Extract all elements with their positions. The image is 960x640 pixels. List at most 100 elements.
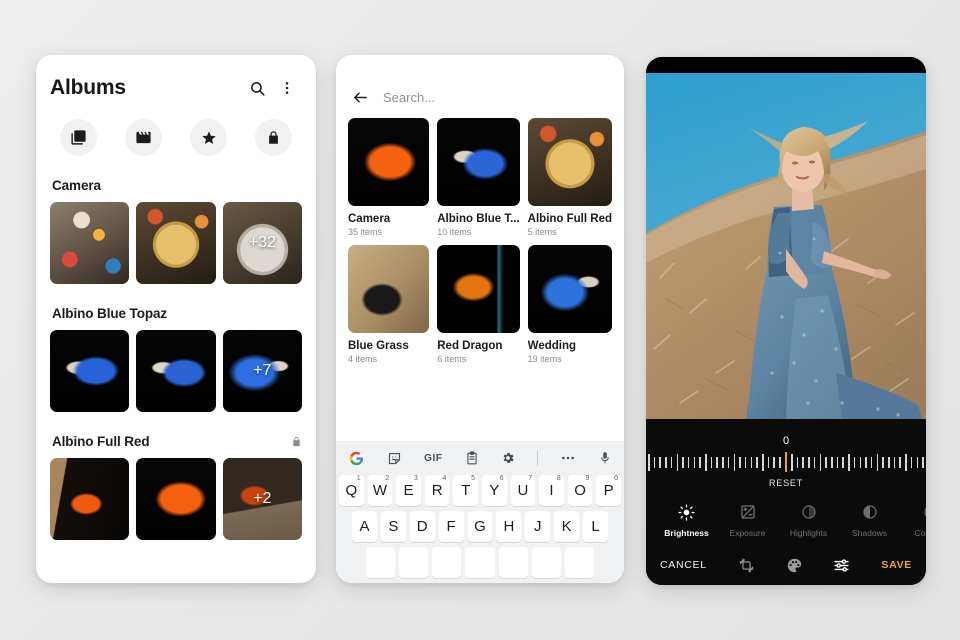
keyboard-key-label: J [534, 518, 542, 535]
album-card-thumbnail [437, 245, 520, 333]
keyboard-key[interactable]: F [438, 511, 464, 542]
album-thumbnail[interactable] [50, 202, 130, 284]
keyboard-key[interactable]: O9 [567, 475, 593, 506]
filter-highlights[interactable]: Highlights [778, 502, 839, 538]
keyboard-key[interactable]: H [496, 511, 522, 542]
keyboard-key[interactable]: J [525, 511, 551, 542]
keyboard-key[interactable] [564, 547, 594, 578]
overflow-dots-icon[interactable] [560, 450, 576, 466]
crop-rotate-icon[interactable] [738, 557, 755, 574]
settings-gear-icon[interactable] [501, 451, 515, 465]
album-card-thumbnail [437, 118, 520, 206]
keyboard-key[interactable]: W2 [367, 475, 393, 506]
slider-tick [888, 456, 890, 468]
filter-label: Highlights [789, 528, 828, 538]
keyboard-key-label: R [431, 482, 443, 499]
album-card[interactable]: Blue Grass 4 items [348, 245, 430, 364]
keyboard-key[interactable]: D [409, 511, 435, 542]
filter-exposure[interactable]: Exposure [717, 502, 778, 538]
album-thumbnail[interactable]: +7 [222, 330, 302, 412]
keyboard-key[interactable] [498, 547, 528, 578]
filter-brightness[interactable]: Brightness [656, 502, 717, 538]
exposure-icon [740, 502, 756, 522]
save-button[interactable]: SAVE [881, 559, 912, 571]
palette-icon[interactable] [786, 557, 803, 574]
search-input[interactable]: Search... [383, 90, 435, 105]
keyboard-key[interactable]: P0 [596, 475, 621, 506]
albums-app-bar: Albums [50, 55, 302, 113]
slider-tick [808, 456, 810, 468]
keyboard-key-number: 0 [614, 475, 618, 482]
chip-photos[interactable] [60, 119, 97, 156]
keyboard-key-label: S [388, 518, 399, 535]
album-card[interactable]: Albino Full Red 5 items [527, 118, 612, 237]
keyboard-key[interactable] [465, 547, 495, 578]
more-count-badge: +2 [253, 490, 272, 507]
album-card[interactable]: Wedding 19 items [527, 245, 612, 364]
keyboard-key-number: 8 [556, 475, 561, 482]
gif-icon[interactable]: GIF [424, 453, 442, 464]
keyboard-key[interactable]: E3 [396, 475, 421, 506]
keyboard-key[interactable]: I8 [539, 475, 564, 506]
album-thumbnail[interactable] [136, 202, 216, 284]
album-card-count: 35 items [348, 227, 383, 237]
chip-locked[interactable] [255, 119, 292, 156]
slider-tick [819, 453, 822, 471]
album-card[interactable]: Red Dragon 6 items [437, 245, 520, 364]
album-card[interactable]: Albino Blue T... 10 items [437, 118, 520, 237]
contrast-icon [923, 502, 926, 522]
album-thumbnail[interactable] [50, 330, 130, 412]
slider-tick [825, 456, 827, 468]
filter-label: Contrast [914, 528, 926, 538]
album-thumbnail[interactable] [136, 458, 216, 540]
clipboard-icon[interactable] [465, 451, 479, 465]
keyboard-key[interactable] [432, 547, 462, 578]
keyboard-key[interactable]: T5 [453, 475, 478, 506]
keyboard-key[interactable] [399, 547, 429, 578]
keyboard-key-number: 1 [356, 475, 361, 482]
album-card[interactable]: Camera 35 items [348, 118, 430, 237]
keyboard-key[interactable] [531, 547, 561, 578]
slider-tick [796, 456, 799, 468]
slider-tick [779, 456, 781, 468]
keyboard-key[interactable]: Q1 [339, 475, 364, 506]
keyboard-key[interactable]: U7 [510, 475, 536, 506]
album-filter-chip-row [50, 113, 302, 156]
more-count-badge: +32 [248, 234, 276, 251]
keyboard-key[interactable]: Y6 [482, 475, 507, 506]
editor-photo[interactable] [646, 73, 926, 419]
search-icon[interactable] [242, 73, 272, 103]
keyboard-key[interactable]: S [380, 511, 406, 542]
keyboard-key[interactable] [366, 547, 396, 578]
slider-ruler[interactable] [646, 451, 926, 473]
keyboard-toolbar-divider [536, 450, 538, 466]
arrow-back-icon[interactable] [352, 89, 369, 106]
keyboard-key[interactable]: R4 [424, 475, 450, 506]
chip-videos[interactable] [125, 119, 162, 156]
filter-shadows[interactable]: Shadows [839, 502, 900, 538]
slider-tick [767, 456, 770, 468]
album-thumbnail[interactable] [136, 330, 216, 412]
album-thumbnail[interactable]: +32 [222, 202, 302, 284]
reset-button[interactable]: RESET [646, 478, 926, 488]
google-logo-icon[interactable] [348, 450, 365, 467]
more-vert-icon[interactable] [272, 73, 302, 103]
album-thumbnail[interactable]: +2 [222, 458, 302, 540]
keyboard-key[interactable]: L [583, 511, 609, 542]
keyboard-key[interactable]: K [554, 511, 580, 542]
microphone-icon[interactable] [598, 451, 612, 465]
adjustment-slider[interactable]: 0 RESET [646, 419, 926, 488]
keyboard-key[interactable]: G [467, 511, 493, 542]
keyboard-key-label: K [561, 518, 572, 535]
album-thumbnail[interactable] [50, 458, 130, 540]
sticker-icon[interactable] [387, 451, 402, 466]
filter-contrast[interactable]: Contrast [900, 502, 926, 538]
album-card-title: Wedding [527, 340, 577, 352]
chip-favorites[interactable] [190, 119, 227, 156]
keyboard-key[interactable]: A [352, 511, 377, 542]
album-thumbnail-row: +7 [50, 330, 302, 412]
slider-tick [773, 456, 775, 468]
slider-tick [705, 453, 707, 471]
tune-sliders-icon[interactable] [833, 557, 850, 574]
cancel-button[interactable]: CANCEL [660, 559, 707, 571]
